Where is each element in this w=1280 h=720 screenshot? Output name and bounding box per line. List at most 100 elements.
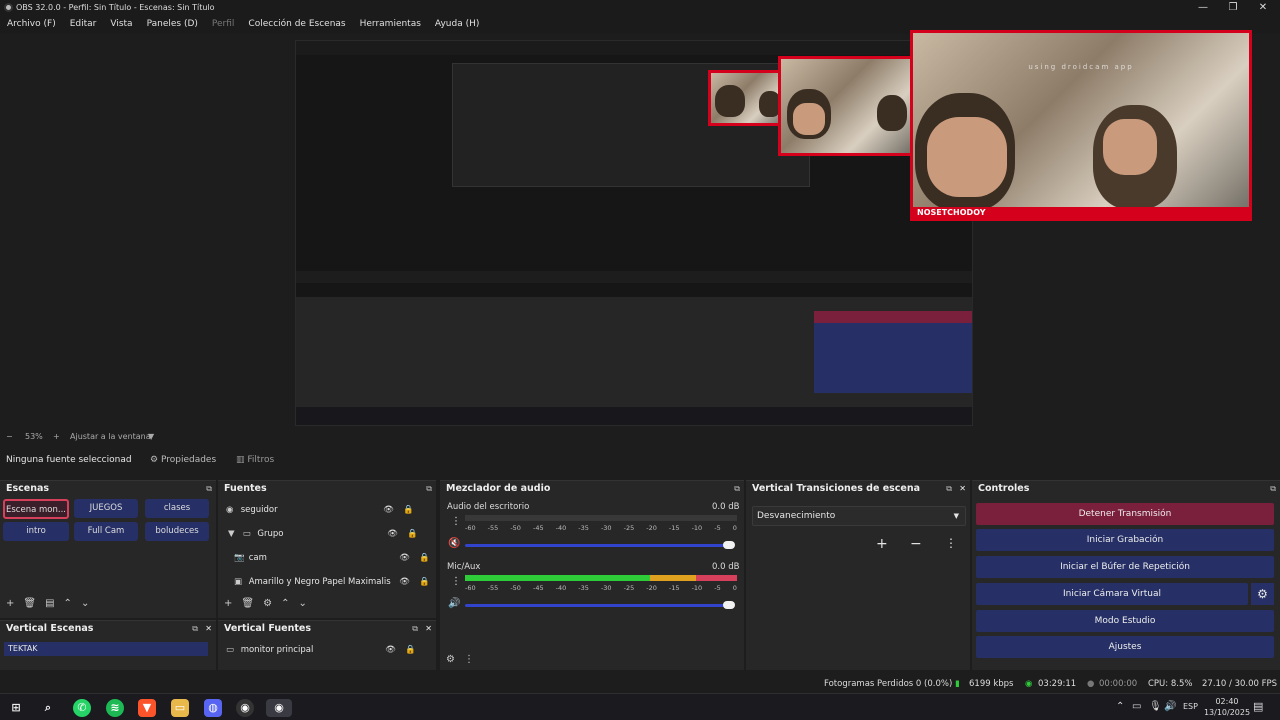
scene-button-juegos[interactable]: JUEGOS xyxy=(74,499,138,518)
zoom-in-button[interactable]: + xyxy=(53,430,60,444)
visibility-eye-icon[interactable]: 👁 xyxy=(399,548,410,568)
mixer-toolbar: ⚙ ⋮ xyxy=(446,654,474,665)
move-up-icon[interactable]: ⌃ xyxy=(281,598,289,609)
expand-arrow-icon[interactable]: ▼ xyxy=(228,524,240,544)
scene-button-full-cam[interactable]: Full Cam xyxy=(74,522,138,541)
add-source-icon[interactable]: + xyxy=(224,598,232,609)
dock-undock-icon[interactable]: ⧉ xyxy=(192,621,198,637)
vertical-source-item[interactable]: ▭ monitor principal 👁 🔒 xyxy=(226,640,426,660)
move-down-icon[interactable]: ⌄ xyxy=(81,598,89,609)
move-up-icon[interactable]: ⌃ xyxy=(64,598,72,609)
add-transition-button[interactable]: + xyxy=(876,536,888,552)
source-item[interactable]: ◉ seguidor 👁 🔒 xyxy=(226,500,426,520)
dock-undock-icon[interactable]: ⧉ xyxy=(412,621,418,637)
transition-select[interactable]: Desvanecimiento ▼ xyxy=(752,506,966,526)
channel-menu-icon[interactable]: ⋮ xyxy=(451,576,461,587)
source-item[interactable]: ▣ Amarillo y Negro Papel Maximalis 👁 🔒 xyxy=(234,572,434,592)
dock-undock-icon[interactable]: ⧉ xyxy=(946,481,952,497)
notifications-icon[interactable]: ▤ xyxy=(1253,700,1263,713)
visibility-eye-icon[interactable]: 👁 xyxy=(399,572,410,592)
filters-button[interactable]: ▥ Filtros xyxy=(236,450,274,470)
lock-icon[interactable]: 🔒 xyxy=(407,524,418,544)
muted-speaker-icon[interactable]: 🔇 xyxy=(448,538,460,549)
channel-menu-icon[interactable]: ⋮ xyxy=(451,516,461,527)
desktop-audio-volume-knob[interactable] xyxy=(723,541,735,549)
menu-editar[interactable]: Editar xyxy=(63,15,104,34)
mic-aux-scale: -60 -55 -50 -45 -40 -35 -30 -25 -20 -15 -10 -5 0 xyxy=(465,584,737,592)
menu-vista[interactable]: Vista xyxy=(103,15,139,34)
language-indicator[interactable]: ESP xyxy=(1183,702,1198,711)
obs-taskbar-icon[interactable]: ◉ xyxy=(236,699,254,717)
close-window-button[interactable]: ✕ xyxy=(1248,0,1278,15)
lock-icon[interactable]: 🔒 xyxy=(403,500,414,520)
mic-aux-volume-slider[interactable] xyxy=(465,604,729,607)
dock-undock-icon[interactable]: ⧉ xyxy=(206,481,212,497)
brave-browser-icon[interactable]: ▼ xyxy=(138,699,156,717)
obs-active-window-icon[interactable]: ◉ xyxy=(266,699,292,717)
speaker-icon[interactable]: 🔊 xyxy=(448,598,460,609)
remove-transition-button[interactable]: − xyxy=(910,536,922,552)
stop-stream-button[interactable]: Detener Transmisión xyxy=(976,503,1274,525)
source-item[interactable]: ▼ ▭ Grupo 👁 🔒 xyxy=(228,524,428,544)
lock-icon[interactable]: 🔒 xyxy=(419,548,430,568)
menu-herramientas[interactable]: Herramientas xyxy=(353,15,428,34)
scene-button-escena-mon[interactable]: Escena mon... xyxy=(3,499,69,519)
menu-paneles[interactable]: Paneles (D) xyxy=(140,15,205,34)
search-icon[interactable]: ⌕ xyxy=(39,699,57,717)
menu-archivo[interactable]: Archivo (F) xyxy=(0,15,63,34)
source-item[interactable]: 📷 cam 👁 🔒 xyxy=(234,548,434,568)
minimize-button[interactable]: — xyxy=(1188,0,1218,15)
dock-undock-icon[interactable]: ⧉ xyxy=(1270,481,1276,497)
dock-close-icon[interactable]: ✕ xyxy=(425,621,432,637)
remove-scene-icon[interactable]: 🗑 xyxy=(23,598,36,609)
mixer-menu-icon[interactable]: ⋮ xyxy=(464,654,474,665)
spotify-icon[interactable]: ≋ xyxy=(106,699,124,717)
scene-button-intro[interactable]: intro xyxy=(3,522,69,541)
scene-filters-icon[interactable]: ▤ xyxy=(45,598,54,609)
scene-button-boludeces[interactable]: boludeces xyxy=(145,522,209,541)
mic-aux-volume-knob[interactable] xyxy=(723,601,735,609)
lock-icon[interactable]: 🔒 xyxy=(405,640,416,660)
properties-button[interactable]: ⚙ Propiedades xyxy=(150,450,216,470)
fit-to-window-button[interactable]: Ajustar a la ventana xyxy=(70,430,151,444)
settings-button[interactable]: Ajustes xyxy=(976,636,1274,658)
start-recording-button[interactable]: Iniciar Grabación xyxy=(976,529,1274,551)
menu-ayuda[interactable]: Ayuda (H) xyxy=(428,15,486,34)
source-properties-icon[interactable]: ⚙ xyxy=(263,598,272,609)
advanced-audio-icon[interactable]: ⚙ xyxy=(446,654,455,665)
scene-button-clases[interactable]: clases xyxy=(145,499,209,518)
visibility-eye-icon[interactable]: 👁 xyxy=(387,524,398,544)
windows-start-icon[interactable]: ⊞ xyxy=(7,699,25,717)
studio-mode-button[interactable]: Modo Estudio xyxy=(976,610,1274,632)
move-down-icon[interactable]: ⌄ xyxy=(298,598,306,609)
add-scene-icon[interactable]: + xyxy=(6,598,14,609)
transition-menu-icon[interactable]: ⋮ xyxy=(945,536,957,550)
dock-close-icon[interactable]: ✕ xyxy=(205,621,212,637)
clock[interactable]: 02:40 13/10/2025 xyxy=(1202,696,1252,718)
start-replay-buffer-button[interactable]: Iniciar el Búfer de Repetición xyxy=(976,556,1274,578)
zoom-out-button[interactable]: − xyxy=(6,430,13,444)
menu-coleccion-escenas[interactable]: Colección de Escenas xyxy=(241,15,352,34)
maximize-button[interactable]: ❐ xyxy=(1218,0,1248,15)
dock-close-icon[interactable]: ✕ xyxy=(959,481,966,497)
zoom-dropdown-icon[interactable]: ▼ xyxy=(148,430,154,444)
visibility-eye-icon[interactable]: 👁 xyxy=(385,640,396,660)
discord-icon[interactable]: ◍ xyxy=(204,699,222,717)
dock-undock-icon[interactable]: ⧉ xyxy=(734,481,740,497)
microphone-icon[interactable]: 🎙 xyxy=(1149,701,1162,712)
menu-perfil[interactable]: Perfil xyxy=(205,15,242,34)
window-title: OBS 32.0.0 - Perfil: Sin Título - Escena… xyxy=(16,3,215,12)
virtual-camera-settings-icon[interactable]: ⚙ xyxy=(1251,583,1274,605)
start-virtual-camera-button[interactable]: Iniciar Cámara Virtual xyxy=(976,583,1248,605)
tray-chevron-icon[interactable]: ⌃ xyxy=(1116,701,1124,712)
visibility-eye-icon[interactable]: 👁 xyxy=(383,500,394,520)
desktop-audio-volume-slider[interactable] xyxy=(465,544,729,547)
dock-undock-icon[interactable]: ⧉ xyxy=(426,481,432,497)
lock-icon[interactable]: 🔒 xyxy=(419,572,430,592)
network-icon[interactable]: ▭ xyxy=(1132,701,1141,712)
remove-source-icon[interactable]: 🗑 xyxy=(241,598,254,609)
vertical-scene-item[interactable]: TEKTAK xyxy=(4,642,208,656)
whatsapp-icon[interactable]: ✆ xyxy=(73,699,91,717)
volume-icon[interactable]: 🔊 xyxy=(1164,701,1176,712)
file-explorer-icon[interactable]: ▭ xyxy=(171,699,189,717)
